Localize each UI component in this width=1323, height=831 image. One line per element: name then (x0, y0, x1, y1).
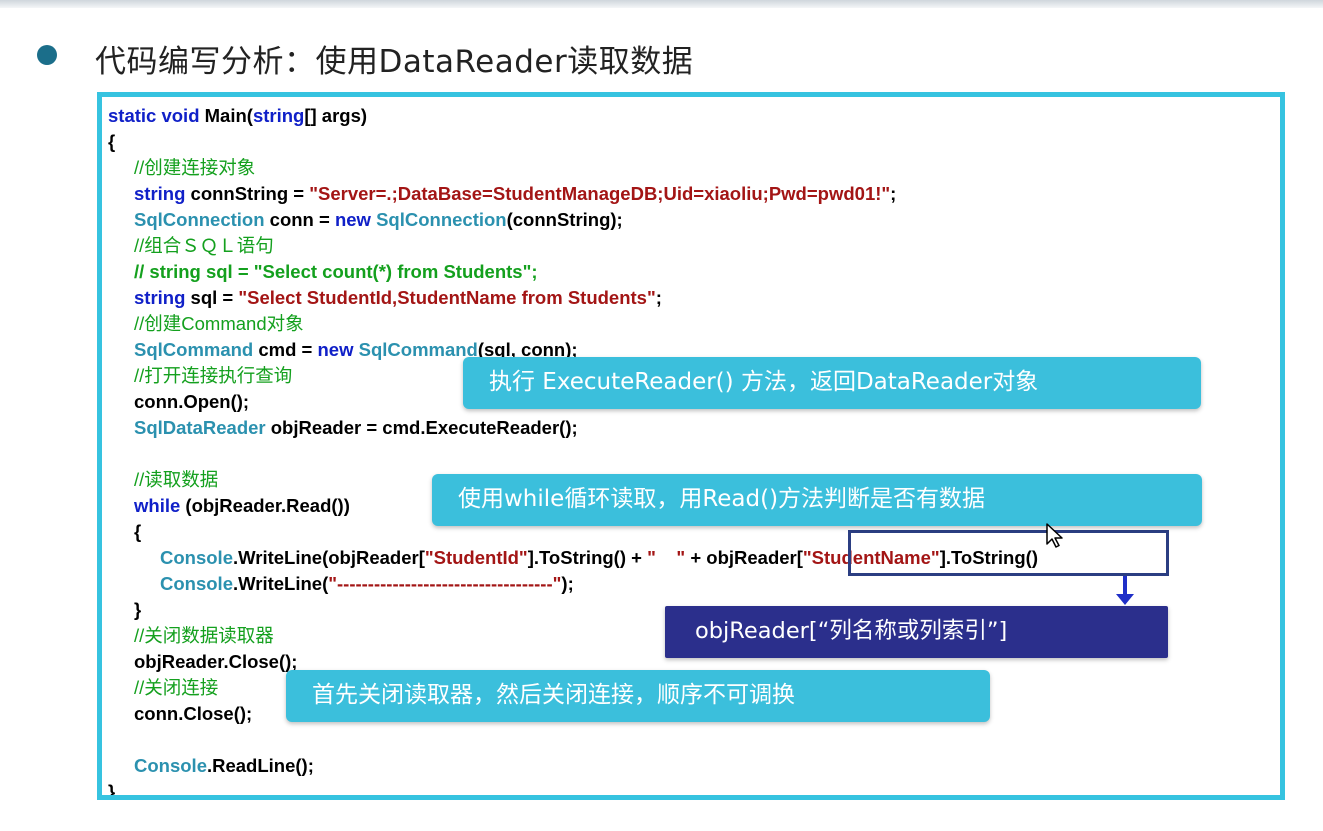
code-comment: //关闭数据读取器 (134, 625, 274, 646)
student-name-highlight (848, 530, 1169, 576)
code-line: objReader.Close(); (134, 651, 298, 672)
top-bar (0, 0, 1323, 8)
code-line: { (108, 131, 116, 152)
close-order-callout: 首先关闭读取器，然后关闭连接，顺序不可调换 (286, 670, 990, 722)
down-arrow-head-icon (1116, 594, 1134, 605)
code-line: SqlDataReader objReader = cmd.ExecuteRea… (134, 417, 578, 438)
code-line: static void Main(string[] args) (108, 105, 368, 126)
slide-heading: 代码编写分析：使用DataReader读取数据 (95, 44, 694, 80)
code-comment: //创建Command对象 (134, 313, 304, 334)
while-loop-callout: 使用while循环读取，用Read()方法判断是否有数据 (432, 474, 1202, 526)
code-comment: //组合ＳＱＬ语句 (134, 235, 274, 256)
code-comment: //读取数据 (134, 469, 219, 490)
bullet-icon (37, 45, 57, 65)
mouse-cursor-icon (1046, 523, 1063, 548)
code-comment: //打开连接执行查询 (134, 365, 293, 386)
code-line: Console.WriteLine("---------------------… (160, 573, 574, 594)
code-line: { (134, 521, 142, 542)
code-line: } (108, 781, 116, 800)
code-line: conn.Open(); (134, 391, 250, 412)
code-line: Console.ReadLine(); (134, 755, 314, 776)
code-comment: //关闭连接 (134, 677, 219, 698)
code-line: SqlConnection conn = new SqlConnection(c… (134, 209, 623, 230)
code-comment: // string sql = "Select count(*) from St… (134, 261, 538, 282)
code-line: string connString = "Server=.;DataBase=S… (134, 183, 897, 204)
column-index-callout: objReader[“列名称或列索引”] (665, 606, 1168, 658)
code-line: } (134, 599, 142, 620)
code-line: string sql = "Select StudentId,StudentNa… (134, 287, 662, 308)
code-comment: //创建连接对象 (134, 157, 256, 178)
code-line: conn.Close(); (134, 703, 253, 724)
execute-reader-callout: 执行 ExecuteReader() 方法，返回DataReader对象 (463, 357, 1201, 409)
code-line: while (objReader.Read()) (134, 495, 350, 516)
